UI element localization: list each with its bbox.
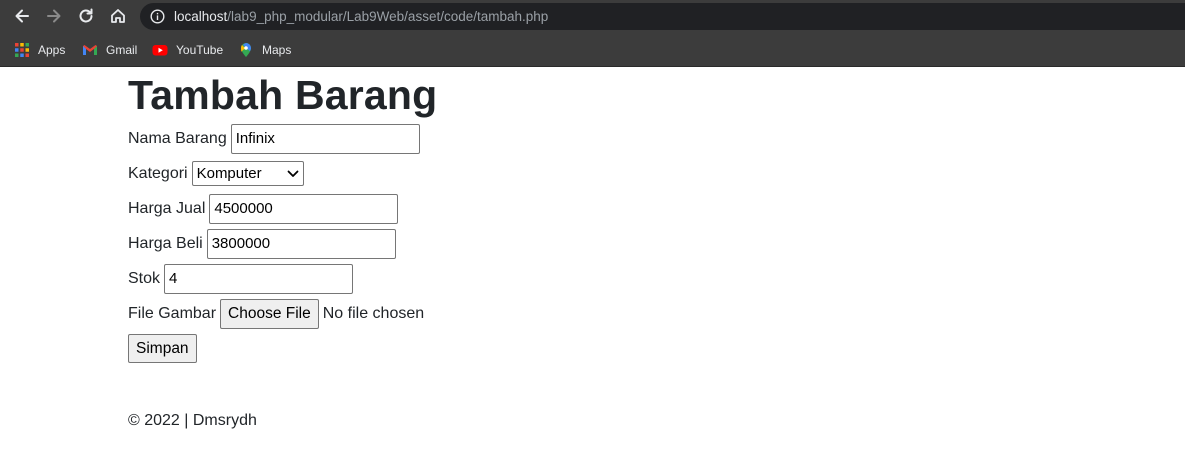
youtube-icon	[152, 45, 168, 56]
arrow-right-icon	[47, 9, 61, 23]
reload-icon	[79, 8, 93, 23]
address-bar[interactable]: localhost/lab9_php_modular/Lab9Web/asset…	[140, 3, 1185, 30]
stok-label: Stok	[128, 269, 161, 287]
browser-toolbar: localhost/lab9_php_modular/Lab9Web/asset…	[0, 0, 1185, 33]
form-row-harga-beli: Harga Beli 3800000	[128, 226, 1128, 261]
form-row-nama-barang: Nama Barang Infinix	[128, 121, 1128, 156]
kategori-select[interactable]: Komputer	[191, 161, 304, 186]
kategori-selected-value: Komputer	[196, 165, 262, 182]
harga-beli-label: Harga Beli	[128, 234, 203, 252]
home-icon	[111, 9, 125, 23]
gmail-icon	[83, 45, 97, 55]
harga-beli-input[interactable]: 3800000	[206, 228, 396, 259]
url-text[interactable]: localhost/lab9_php_modular/Lab9Web/asset…	[174, 8, 548, 25]
simpan-button[interactable]: Simpan	[128, 334, 197, 363]
bookmark-label: YouTube	[176, 43, 224, 57]
harga-jual-input[interactable]: 4500000	[209, 193, 399, 224]
harga-jual-label: Harga Jual	[128, 199, 206, 217]
page-content: Tambah Barang Nama Barang Infinix Katego…	[128, 67, 1128, 366]
bookmark-gmail[interactable]: Gmail	[82, 40, 137, 60]
bookmark-label: Apps	[38, 43, 66, 57]
bookmark-label: Gmail	[106, 43, 138, 57]
stok-input[interactable]: 4	[164, 263, 354, 294]
browser-chrome: localhost/lab9_php_modular/Lab9Web/asset…	[0, 0, 1185, 67]
form-row-submit: Simpan	[128, 331, 1128, 366]
arrow-left-icon	[15, 9, 29, 23]
form-row-harga-jual: Harga Jual 4500000	[128, 191, 1128, 226]
nama-barang-label: Nama Barang	[128, 129, 227, 147]
home-button[interactable]	[106, 4, 130, 28]
page-footer: © 2022 | Dmsrydh	[128, 412, 257, 429]
file-status-text: No file chosen	[322, 304, 425, 322]
bookmark-label: Maps	[262, 43, 292, 57]
maps-icon	[241, 43, 251, 57]
nama-barang-input[interactable]: Infinix	[230, 123, 420, 154]
kategori-label: Kategori	[128, 164, 188, 182]
form-row-stok: Stok 4	[128, 261, 1128, 296]
file-gambar-label: File Gambar	[128, 304, 217, 322]
page-title: Tambah Barang	[128, 72, 438, 118]
info-icon[interactable]	[150, 9, 165, 24]
bookmark-apps[interactable]: Apps	[14, 40, 65, 60]
apps-grid-icon	[15, 43, 29, 57]
url-host: localhost	[174, 9, 228, 24]
bookmark-youtube[interactable]: YouTube	[152, 40, 223, 60]
forward-button[interactable]	[42, 4, 66, 28]
form-row-file-gambar: File Gambar Choose File No file chosen	[128, 296, 1128, 331]
url-path: /lab9_php_modular/Lab9Web/asset/code/tam…	[227, 9, 549, 24]
choose-file-button[interactable]: Choose File	[220, 298, 319, 329]
back-button[interactable]	[10, 4, 34, 28]
bookmarks-bar: Apps Gmail YouTube Maps	[0, 33, 1185, 67]
bookmark-maps[interactable]: Maps	[238, 40, 291, 60]
reload-button[interactable]	[74, 4, 98, 28]
chevron-down-icon	[287, 170, 298, 177]
form-row-kategori: Kategori Komputer	[128, 156, 1128, 191]
